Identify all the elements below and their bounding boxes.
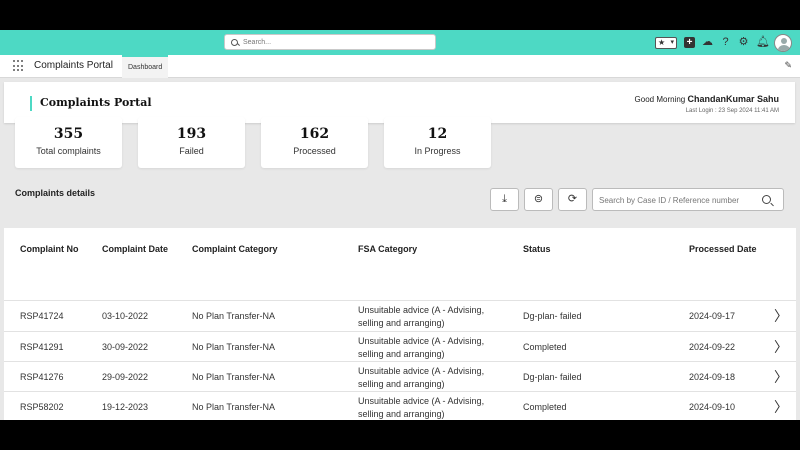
cell-processed-date: 2024-09-18 — [689, 372, 736, 382]
cell-complaint-no: RSP41276 — [20, 372, 64, 382]
tab-dashboard[interactable]: Dashboard — [122, 55, 169, 78]
cell-fsa-line1: Unsuitable advice (A - Advising, — [358, 336, 485, 346]
filter-button[interactable]: ⊜ — [524, 188, 553, 211]
section-title: Complaints details — [15, 188, 96, 198]
cell-complaint-no: RSP58202 — [20, 402, 64, 412]
cell-fsa-line2: selling and arranging) — [358, 379, 445, 389]
chevron-right-icon[interactable]: 〉 — [774, 337, 788, 357]
cell-fsa-line1: Unsuitable advice (A - Advising, — [358, 305, 485, 315]
cell-processed-date: 2024-09-22 — [689, 342, 736, 352]
cell-complaint-date: 03-10-2022 — [102, 311, 149, 321]
cell-complaint-category: No Plan Transfer-NA — [192, 342, 276, 352]
page-title: Complaints Portal — [40, 96, 152, 109]
column-header-complaint-date[interactable]: Complaint Date — [102, 244, 168, 254]
app-name: Complaints Portal — [34, 60, 113, 71]
cell-fsa-line2: selling and arranging) — [358, 409, 445, 419]
filter-icon: ⊜ — [533, 193, 544, 205]
avatar-icon[interactable] — [774, 33, 792, 52]
stat-card-in-progress[interactable]: 12 In Progress — [384, 117, 491, 168]
user-name: ChandanKumar Sahu — [687, 94, 779, 104]
stat-card-failed[interactable]: 193 Failed — [138, 117, 245, 168]
stat-value: 355 — [53, 126, 84, 142]
header-icons: ★ + ☁ ? ⚙ 🔔︎ — [655, 33, 792, 52]
cell-status: Dg-plan- failed — [523, 372, 582, 382]
cell-status: Completed — [523, 342, 567, 352]
greeting: Good Morning ChandanKumar Sahu — [635, 94, 779, 104]
stat-value: 162 — [299, 126, 330, 142]
column-header-complaint-no[interactable]: Complaint No — [20, 244, 79, 254]
refresh-icon: ⟳ — [567, 193, 578, 205]
letterbox-bottom — [0, 420, 800, 450]
cell-complaint-category: No Plan Transfer-NA — [192, 311, 276, 321]
cell-complaint-date: 19-12-2023 — [102, 402, 149, 412]
cloud-icon[interactable]: ☁ — [702, 37, 713, 48]
title-accent-bar — [30, 96, 32, 111]
chevron-right-icon[interactable]: 〉 — [774, 367, 788, 387]
column-header-fsa-category[interactable]: FSA Category — [358, 244, 417, 254]
cell-fsa-line2: selling and arranging) — [358, 349, 445, 359]
download-icon: ⤓ — [502, 193, 507, 205]
refresh-button[interactable]: ⟳ — [558, 188, 587, 211]
chevron-right-icon[interactable]: 〉 — [774, 306, 788, 326]
table-row[interactable]: RSP58202 19-12-2023 No Plan Transfer-NA … — [4, 391, 796, 420]
global-search-placeholder: Search... — [243, 38, 272, 46]
stat-label: Failed — [179, 146, 204, 156]
case-search-placeholder: Search by Case ID / Reference number — [599, 196, 740, 205]
stat-value: 193 — [176, 126, 207, 142]
table-row[interactable]: RSP41724 03-10-2022 No Plan Transfer-NA … — [4, 300, 796, 330]
cell-processed-date: 2024-09-17 — [689, 311, 736, 321]
greeting-text: Good Morning — [634, 95, 686, 104]
download-button[interactable]: ⤓ — [490, 188, 519, 211]
cell-processed-date: 2024-09-10 — [689, 402, 736, 412]
stat-card-total[interactable]: 355 Total complaints — [15, 117, 122, 168]
search-icon — [762, 195, 771, 204]
table-row[interactable]: RSP41291 30-09-2022 No Plan Transfer-NA … — [4, 331, 796, 361]
cell-complaint-no: RSP41724 — [20, 311, 64, 321]
case-search-input[interactable]: Search by Case ID / Reference number — [592, 188, 784, 211]
cell-fsa-line1: Unsuitable advice (A - Advising, — [358, 366, 485, 376]
global-header: Search... ★ + ☁ ? ⚙ 🔔︎ — [0, 30, 800, 55]
stat-card-processed[interactable]: 162 Processed — [261, 117, 368, 168]
plus-icon[interactable]: + — [684, 37, 695, 48]
app-launcher-icon[interactable] — [13, 60, 25, 72]
gear-icon[interactable]: ⚙ — [738, 37, 749, 48]
app-nav-bar: Complaints Portal Dashboard ✎ — [0, 55, 800, 78]
cell-fsa-line2: selling and arranging) — [358, 318, 445, 328]
cell-complaint-category: No Plan Transfer-NA — [192, 402, 276, 412]
column-header-processed-date[interactable]: Processed Date — [689, 244, 757, 254]
cell-complaint-date: 29-09-2022 — [102, 372, 149, 382]
bell-icon[interactable]: 🔔︎ — [756, 37, 770, 48]
help-icon[interactable]: ? — [720, 37, 731, 48]
stat-label: Processed — [293, 146, 336, 156]
column-header-complaint-category[interactable]: Complaint Category — [192, 244, 278, 254]
cell-complaint-no: RSP41291 — [20, 342, 64, 352]
search-icon — [231, 38, 238, 46]
column-header-status[interactable]: Status — [523, 244, 551, 254]
stat-value: 12 — [427, 126, 448, 142]
table-row[interactable]: RSP41276 29-09-2022 No Plan Transfer-NA … — [4, 361, 796, 391]
favorites-star-icon[interactable]: ★ — [655, 36, 677, 49]
cell-complaint-date: 30-09-2022 — [102, 342, 149, 352]
cell-status: Completed — [523, 402, 567, 412]
edit-pencil-icon[interactable]: ✎ — [784, 60, 792, 71]
cell-complaint-category: No Plan Transfer-NA — [192, 372, 276, 382]
cell-fsa-line1: Unsuitable advice (A - Advising, — [358, 396, 485, 406]
cell-status: Dg-plan- failed — [523, 311, 582, 321]
last-login: Last Login : 23 Sep 2024 11:41 AM — [685, 108, 779, 114]
chevron-right-icon[interactable]: 〉 — [774, 397, 788, 417]
stat-label: In Progress — [414, 146, 461, 156]
global-search-input[interactable]: Search... — [224, 34, 436, 50]
stat-label: Total complaints — [36, 146, 101, 156]
